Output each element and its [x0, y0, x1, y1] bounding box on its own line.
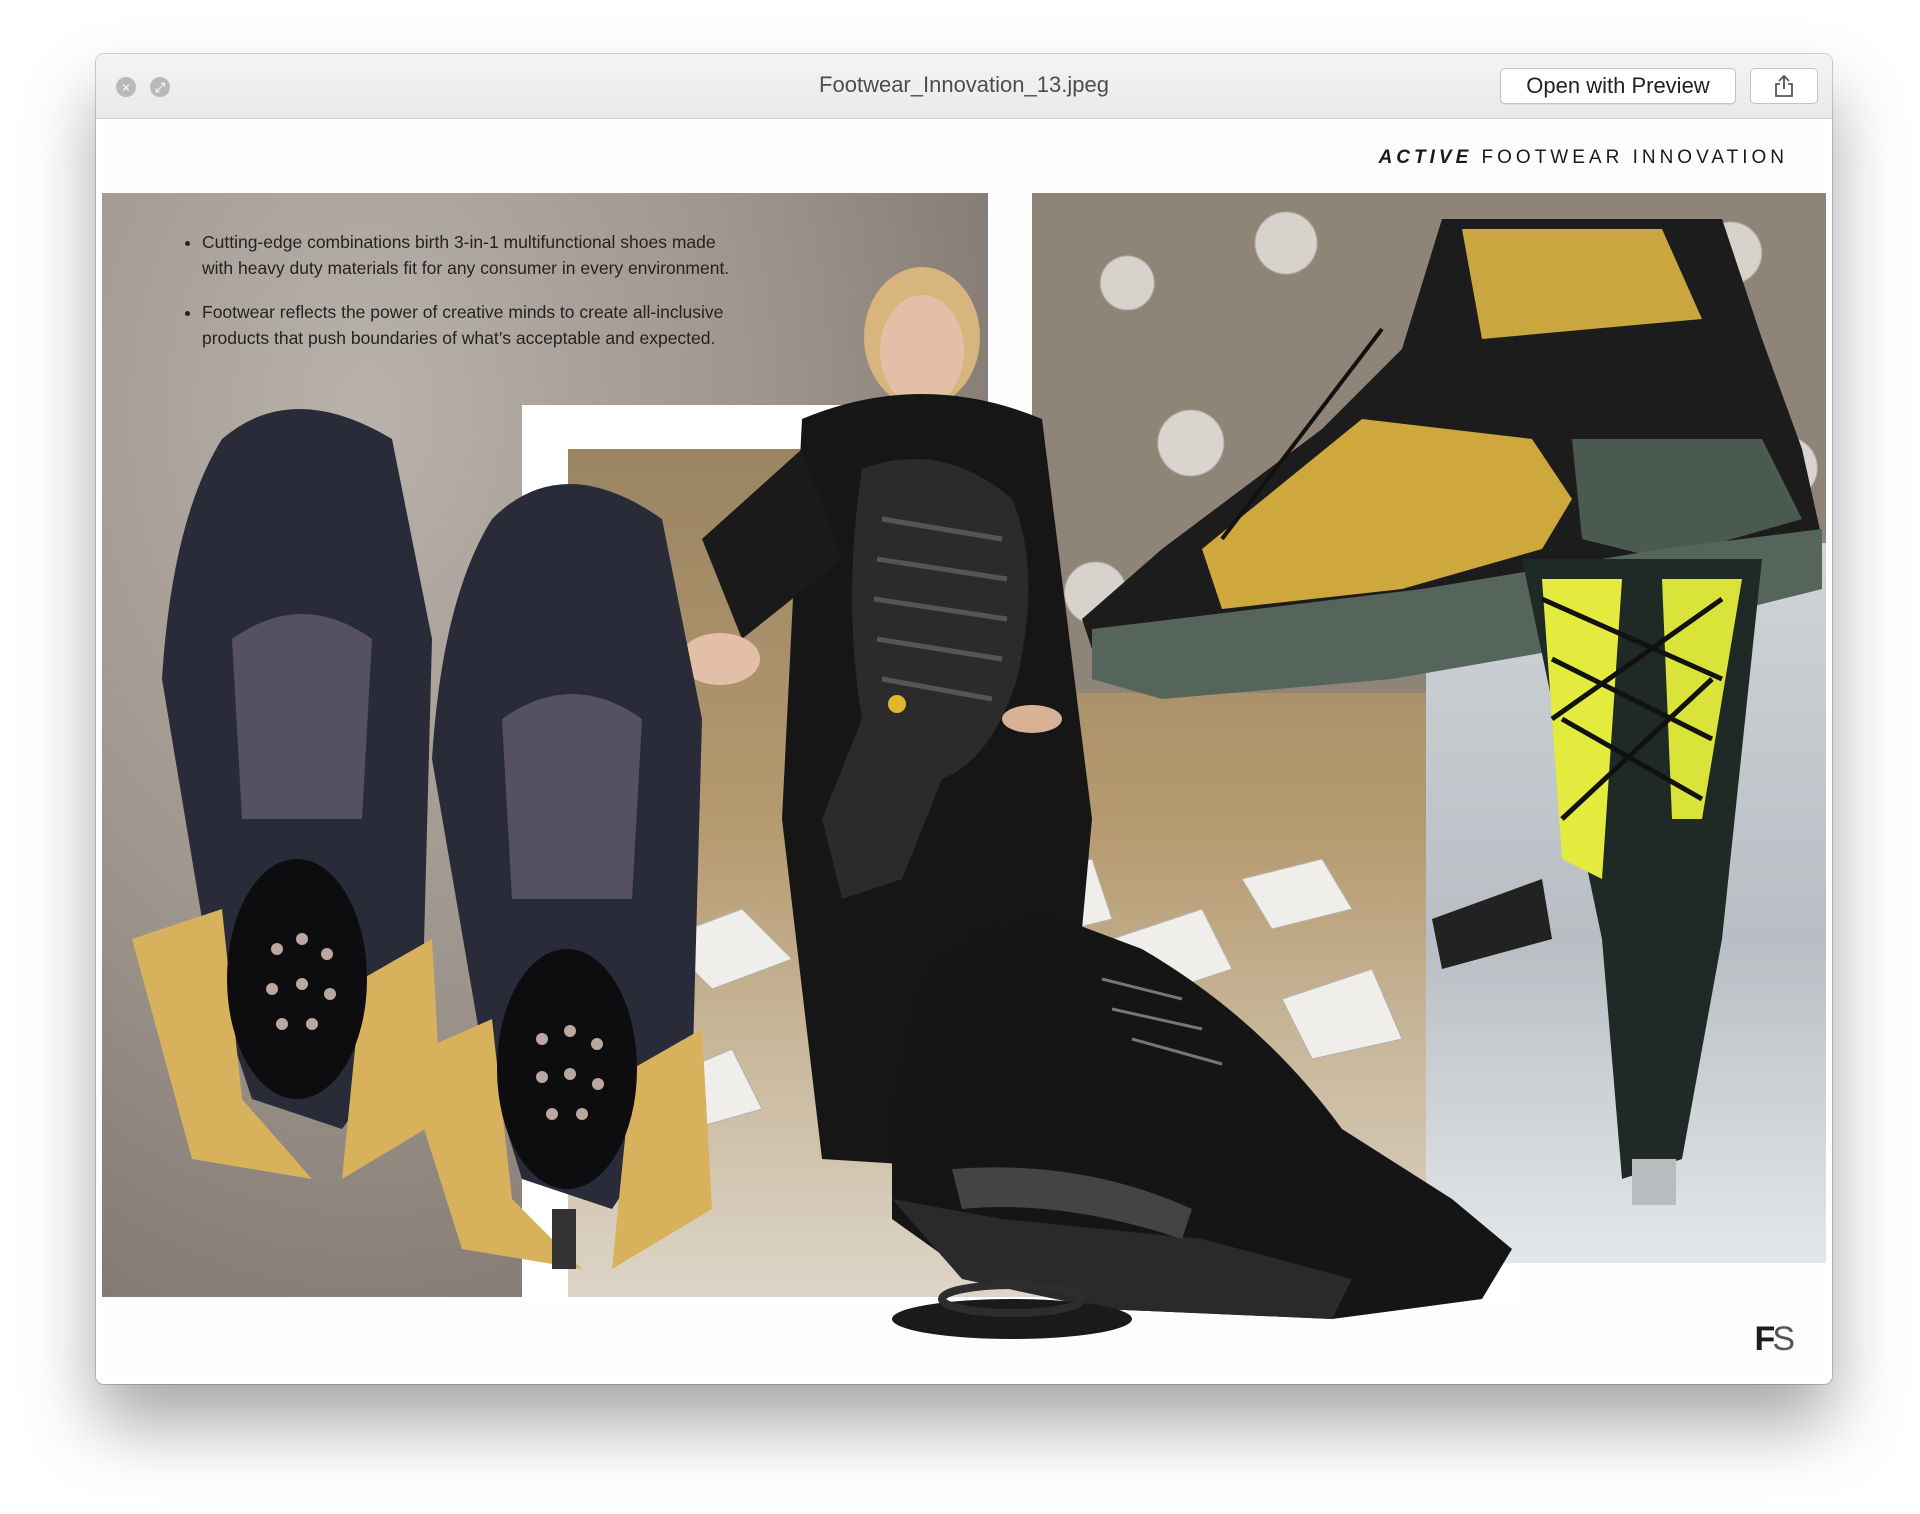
fs-logo: FS [1754, 1320, 1795, 1358]
tabi-sneakers-image [132, 409, 712, 1269]
spring-toe-sneaker-image [892, 917, 1512, 1339]
title-bar: × ⤢ Footwear_Innovation_13.jpeg Open wit… [96, 54, 1832, 119]
image-content: ACTIVE FOOTWEAR INNOVATION • Cutting-edg… [102, 119, 1826, 1377]
share-button[interactable] [1750, 68, 1818, 104]
bullet-list: Cutting-edge combinations birth 3-in-1 m… [180, 229, 742, 369]
open-with-preview-button[interactable]: Open with Preview [1500, 68, 1736, 104]
preview-window: × ⤢ Footwear_Innovation_13.jpeg Open wit… [96, 54, 1832, 1384]
bullet-item: Cutting-edge combinations birth 3-in-1 m… [202, 229, 742, 281]
share-icon [1775, 74, 1793, 97]
bullet-item: Footwear reflects the power of creative … [202, 299, 742, 351]
